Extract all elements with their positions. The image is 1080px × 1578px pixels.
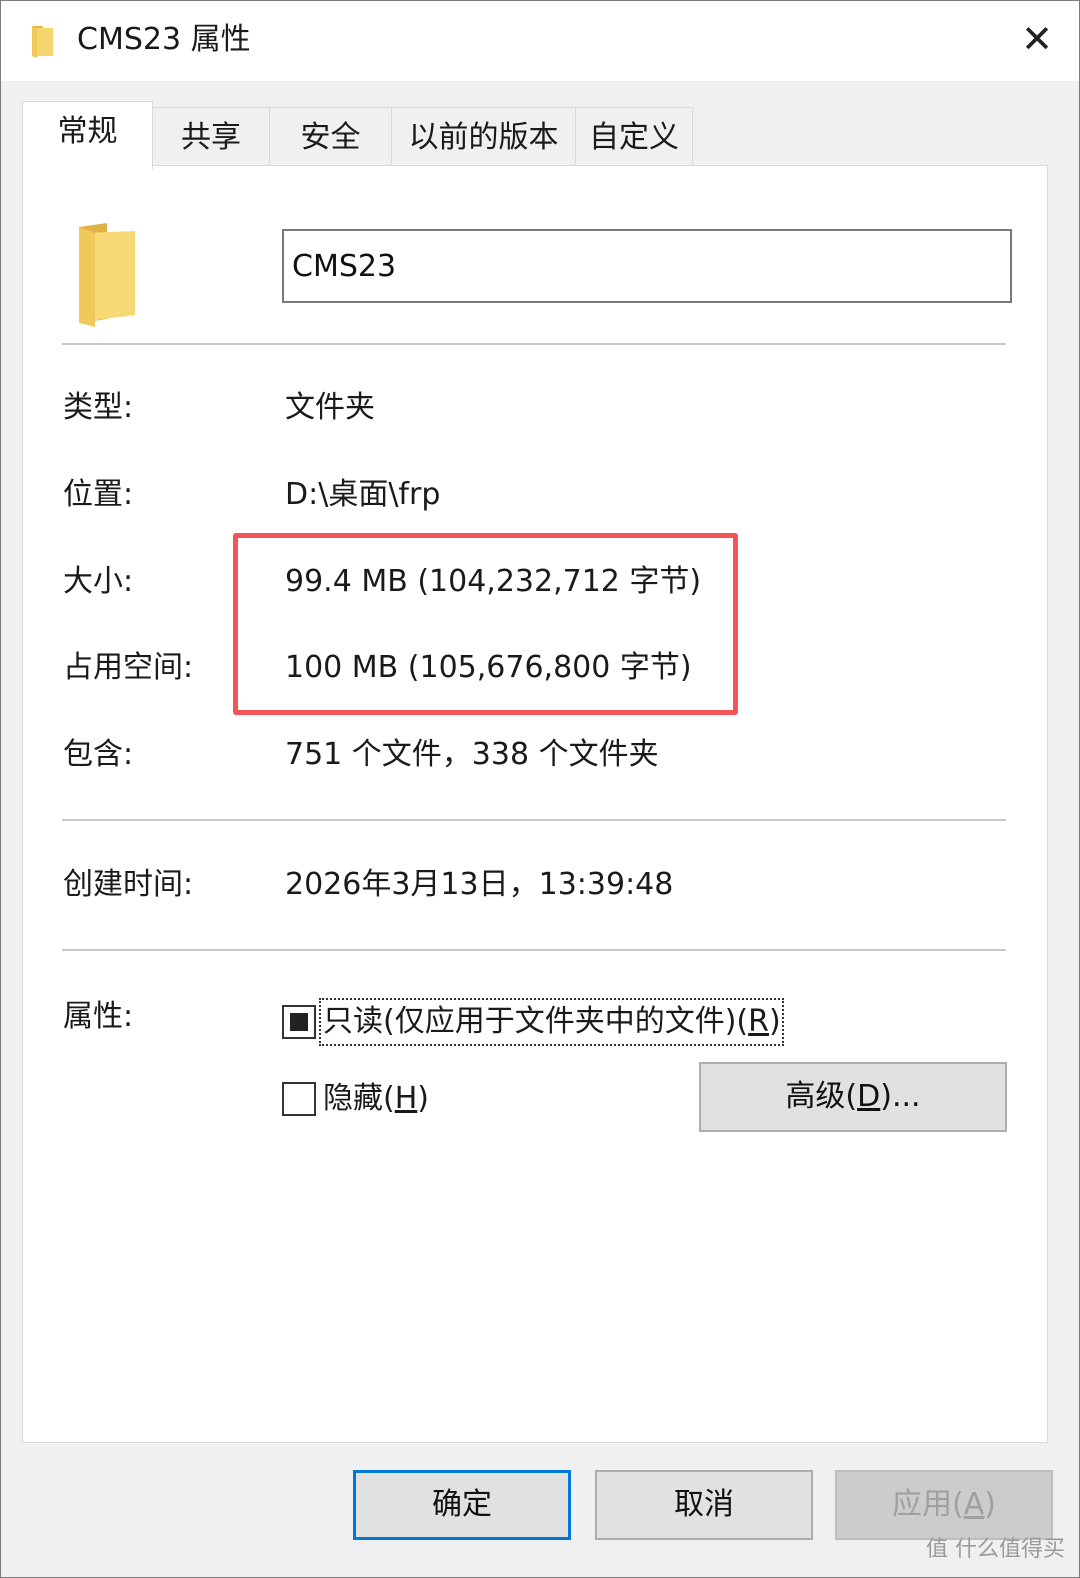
indeterminate-mark [290, 1013, 308, 1031]
contains-label: 包含: [63, 737, 134, 772]
location-label: 位置: [63, 477, 134, 512]
hidden-checkbox[interactable] [282, 1082, 316, 1116]
created-value: 2026年3月13日，13:39:48 [285, 867, 674, 902]
highlight-box [233, 533, 738, 715]
cancel-button[interactable]: 取消 [595, 1470, 813, 1540]
apply-button[interactable]: 应用(A) [835, 1470, 1053, 1540]
folder-icon [32, 26, 53, 58]
window-title: CMS23 属性 [77, 22, 251, 57]
readonly-label[interactable]: 只读(仅应用于文件夹中的文件)(R) [323, 1002, 781, 1042]
title-bar: CMS23 属性 ✕ [1, 1, 1079, 81]
advanced-button[interactable]: 高级(D)... [699, 1062, 1007, 1132]
type-label: 类型: [63, 390, 134, 425]
type-value: 文件夹 [285, 390, 375, 425]
watermark: 值 什么值得买 [926, 1537, 1065, 1562]
tab-previous-versions[interactable]: 以前的版本 [391, 107, 576, 165]
folder-icon [79, 223, 135, 327]
tab-security[interactable]: 安全 [269, 107, 392, 165]
tab-sharing[interactable]: 共享 [152, 107, 270, 165]
close-icon[interactable]: ✕ [1017, 17, 1057, 61]
ok-button[interactable]: 确定 [353, 1470, 571, 1540]
size-on-disk-label: 占用空间: [63, 650, 194, 685]
separator [62, 819, 1006, 821]
contains-value: 751 个文件，338 个文件夹 [285, 737, 659, 772]
properties-dialog: CMS23 属性 ✕ 常规 共享 安全 以前的版本 自定义 类型: 文件夹 位置… [0, 0, 1080, 1578]
location-value: D:\桌面\frp [285, 477, 441, 512]
created-label: 创建时间: [63, 867, 194, 902]
separator [62, 343, 1006, 345]
hidden-label[interactable]: 隐藏(H) [323, 1079, 429, 1119]
separator [62, 949, 1006, 951]
tab-general[interactable]: 常规 [22, 101, 153, 169]
readonly-checkbox[interactable] [282, 1005, 316, 1039]
size-label: 大小: [63, 564, 134, 599]
general-panel [22, 165, 1048, 1443]
attributes-label: 属性: [63, 999, 134, 1034]
folder-name-input[interactable] [282, 229, 1012, 303]
tab-customize[interactable]: 自定义 [575, 107, 693, 165]
